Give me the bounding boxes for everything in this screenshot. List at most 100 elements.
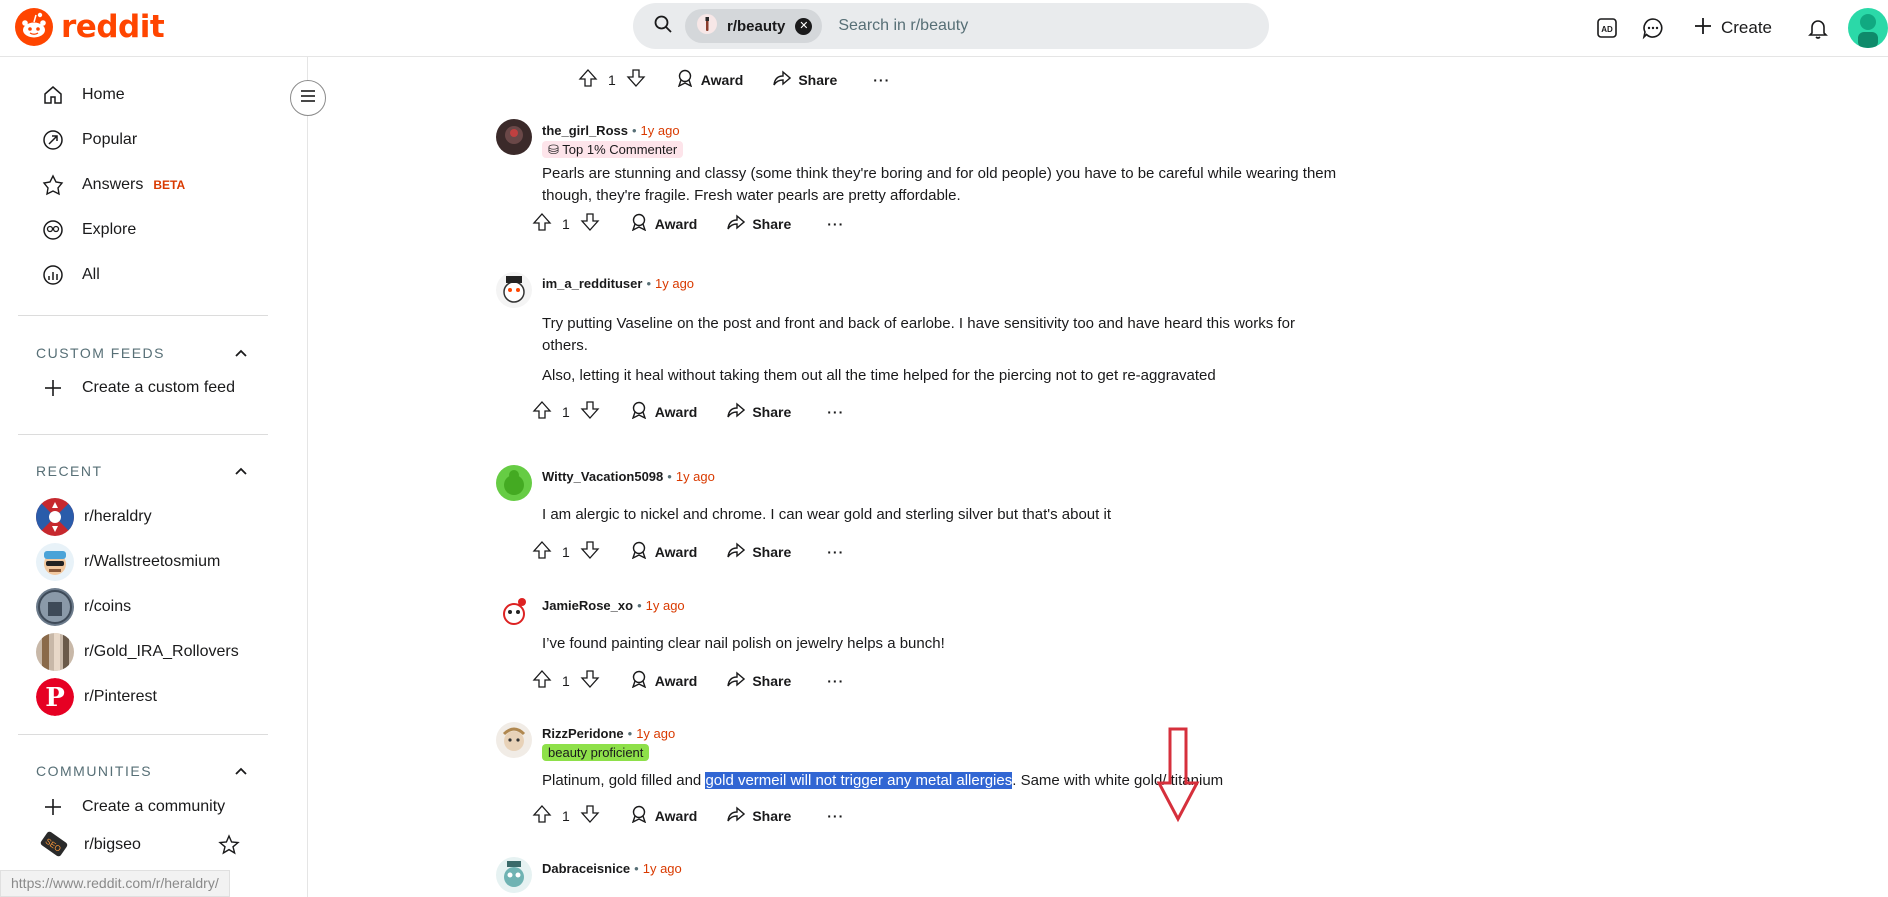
more-options-icon[interactable]: ···: [873, 72, 890, 88]
recent-item-pinterest[interactable]: P r/Pinterest: [36, 678, 157, 716]
comment-username[interactable]: Dabraceisnice: [542, 861, 630, 876]
comment-action-bar: 1 Award Share ···: [532, 400, 844, 423]
comment-username[interactable]: Witty_Vacation5098: [542, 469, 663, 484]
share-button[interactable]: Share: [727, 213, 791, 234]
award-label: Award: [654, 215, 698, 232]
upvote-icon[interactable]: [532, 669, 552, 692]
upvote-icon[interactable]: [532, 804, 552, 827]
recent-item-wallstreetosmium[interactable]: r/Wallstreetosmium: [36, 543, 220, 581]
upvote-icon[interactable]: [532, 540, 552, 563]
create-custom-feed[interactable]: Create a custom feed: [38, 373, 235, 403]
notifications-bell-icon[interactable]: [1798, 8, 1838, 48]
comment-username[interactable]: the_girl_Ross: [542, 123, 628, 138]
clear-scope-icon[interactable]: ✕: [795, 17, 813, 35]
recent-item-heraldry[interactable]: r/heraldry: [36, 498, 152, 536]
comment-username[interactable]: im_a_reddituser: [542, 276, 642, 291]
vote-controls: 1: [532, 669, 600, 692]
reddit-logo[interactable]: reddit: [15, 8, 165, 46]
comment-timestamp[interactable]: 1y ago: [676, 469, 715, 484]
nav-home[interactable]: Home: [38, 80, 125, 110]
more-options-icon[interactable]: ···: [827, 216, 844, 232]
downvote-icon[interactable]: [580, 540, 600, 563]
chevron-up-icon[interactable]: [234, 463, 248, 479]
user-avatar[interactable]: [1848, 8, 1888, 48]
award-button[interactable]: Award: [676, 69, 744, 90]
comment-timestamp[interactable]: 1y ago: [646, 598, 685, 613]
vote-count: 1: [562, 807, 570, 824]
comment-timestamp[interactable]: 1y ago: [641, 123, 680, 138]
user-flair: beauty proficient: [542, 744, 650, 761]
nav-popular[interactable]: Popular: [38, 125, 137, 155]
upvote-icon[interactable]: [578, 68, 598, 91]
downvote-icon[interactable]: [580, 400, 600, 423]
home-icon: [38, 80, 68, 110]
chevron-up-icon[interactable]: [234, 763, 248, 779]
comment-action-bar: 1 Award Share ···: [532, 540, 844, 563]
nav-home-label: Home: [82, 86, 125, 103]
award-button[interactable]: Award: [630, 805, 697, 826]
answers-icon: [38, 170, 68, 200]
commenter-avatar[interactable]: [496, 857, 532, 893]
star-favorite-icon[interactable]: [218, 834, 240, 861]
search-input[interactable]: Search in r/beauty: [838, 17, 968, 35]
comment-timestamp[interactable]: 1y ago: [643, 861, 682, 876]
create-button[interactable]: Create: [1681, 8, 1784, 48]
pinterest-avatar: P: [36, 678, 74, 716]
comment-timestamp[interactable]: 1y ago: [636, 726, 675, 741]
award-button[interactable]: Award: [630, 670, 697, 691]
create-community[interactable]: Create a community: [38, 792, 225, 822]
commenter-avatar[interactable]: [496, 722, 532, 758]
award-label: Award: [700, 71, 744, 88]
comment-username[interactable]: JamieRose_xo: [542, 598, 633, 613]
share-button[interactable]: Share: [773, 69, 837, 90]
more-options-icon[interactable]: ···: [827, 808, 844, 824]
meta-separator: •: [646, 276, 651, 291]
meta-separator: •: [631, 123, 637, 138]
downvote-icon[interactable]: [580, 669, 600, 692]
communities-header[interactable]: COMMUNITIES: [36, 763, 248, 779]
comment-timestamp[interactable]: 1y ago: [655, 276, 694, 291]
chat-icon[interactable]: [1633, 8, 1673, 48]
beta-badge: BETA: [153, 178, 186, 192]
comment-body: Try putting Vaseline on the post and fro…: [542, 315, 1295, 354]
comment-username[interactable]: RizzPeridone: [542, 726, 624, 741]
search-bar[interactable]: r/beauty ✕ Search in r/beauty: [633, 3, 1269, 49]
community-item-bigseo[interactable]: SEO r/bigseo: [36, 826, 246, 864]
share-icon: [727, 213, 746, 234]
more-options-icon[interactable]: ···: [827, 404, 844, 420]
selected-text[interactable]: gold vermeil will not trigger any metal …: [705, 772, 1013, 789]
collapse-sidebar-button[interactable]: [290, 80, 326, 116]
share-button[interactable]: Share: [727, 541, 791, 562]
header-actions: AD Create: [1587, 8, 1888, 48]
downvote-icon[interactable]: [626, 68, 646, 91]
advertise-icon[interactable]: AD: [1587, 8, 1627, 48]
recent-item-gold-ira-rollovers[interactable]: r/Gold_IRA_Rollovers: [36, 633, 239, 671]
recent-item-label: r/heraldry: [84, 508, 152, 525]
share-button[interactable]: Share: [727, 670, 791, 691]
award-button[interactable]: Award: [630, 401, 697, 422]
meta-separator: •: [637, 598, 642, 613]
svg-text:AD: AD: [1601, 25, 1613, 34]
downvote-icon[interactable]: [580, 804, 600, 827]
more-options-icon[interactable]: ···: [827, 673, 844, 689]
nav-all[interactable]: All: [38, 260, 100, 290]
downvote-icon[interactable]: [580, 212, 600, 235]
nav-answers[interactable]: Answers BETA: [38, 170, 185, 200]
recent-item-coins[interactable]: r/coins: [36, 588, 131, 626]
award-button[interactable]: Award: [630, 541, 697, 562]
more-options-icon[interactable]: ···: [827, 544, 844, 560]
commenter-avatar[interactable]: [496, 119, 532, 155]
custom-feeds-header[interactable]: CUSTOM FEEDS: [36, 345, 248, 361]
award-button[interactable]: Award: [630, 213, 698, 234]
share-button[interactable]: Share: [727, 401, 791, 422]
upvote-icon[interactable]: [532, 400, 552, 423]
chevron-up-icon[interactable]: [234, 345, 248, 361]
recent-header[interactable]: RECENT: [36, 463, 248, 479]
commenter-avatar[interactable]: [496, 594, 532, 630]
nav-explore[interactable]: Explore: [38, 215, 136, 245]
share-button[interactable]: Share: [727, 805, 791, 826]
upvote-icon[interactable]: [532, 212, 552, 235]
search-scope-chip[interactable]: r/beauty ✕: [685, 9, 823, 43]
commenter-avatar[interactable]: [496, 465, 532, 501]
commenter-avatar[interactable]: [496, 272, 532, 308]
